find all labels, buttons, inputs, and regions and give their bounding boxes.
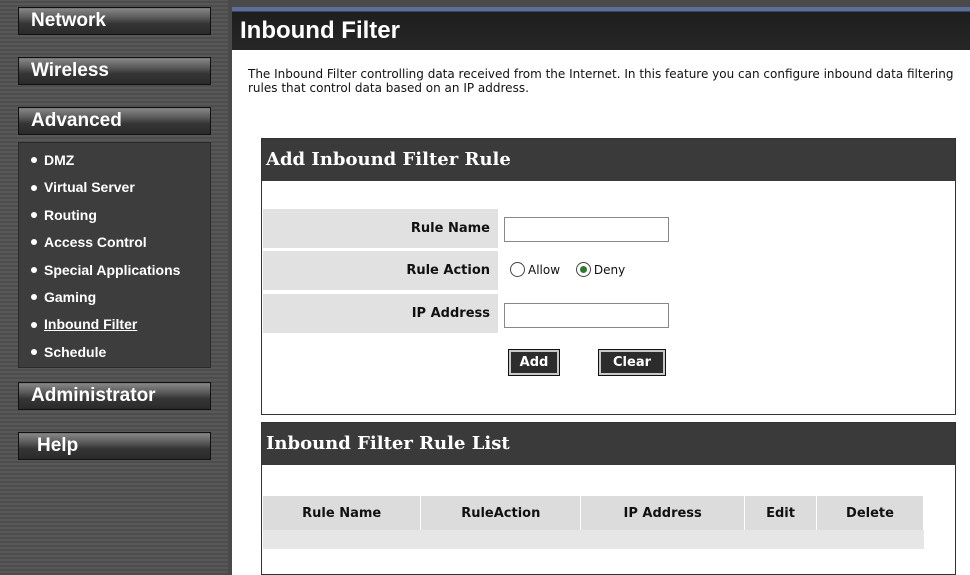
submenu-item-dmz[interactable]: DMZ [19,150,210,177]
table-cell [263,530,421,549]
menu-advanced-button[interactable]: Advanced [18,107,211,135]
add-rule-panel: Add Inbound Filter Rule Rule Name Rule A… [261,138,956,415]
rule-action-radio-group: Allow Deny [510,251,637,290]
table-header-row: Rule Name RuleAction IP Address Edit Del… [263,496,924,530]
table-cell [816,530,924,549]
advanced-submenu: DMZ Virtual Server Routing Access Contro… [18,142,211,368]
submenu-item-virtual-server[interactable]: Virtual Server [19,177,210,204]
submenu-item-label: Special Applications [44,261,181,278]
bullet-icon [31,212,37,219]
col-rule-action: RuleAction [420,496,582,530]
ip-address-label: IP Address [411,306,490,321]
table-cell [580,530,745,549]
rule-action-label: Rule Action [406,263,490,278]
submenu-item-label: Inbound Filter [44,316,138,333]
deny-radio[interactable] [575,262,591,277]
submenu-item-label: Routing [44,206,97,223]
add-button[interactable]: Add [508,349,560,376]
submenu-item-label: Virtual Server [44,179,135,196]
table-cell [744,530,817,549]
bullet-icon [31,184,37,191]
col-edit: Edit [744,496,818,530]
rule-name-input[interactable] [504,217,669,242]
bullet-icon [31,294,37,301]
main-content: Inbound Filter The Inbound Filter contro… [232,7,970,575]
rule-list-panel: Inbound Filter Rule List Rule Name RuleA… [261,422,956,575]
intro-text: The Inbound Filter controlling data rece… [248,67,954,95]
bullet-icon [31,349,37,356]
menu-administrator-button[interactable]: Administrator [18,382,211,410]
rule-list-table: Rule Name RuleAction IP Address Edit Del… [263,496,924,549]
page-title: Inbound Filter [232,7,970,50]
allow-radio-label[interactable]: Allow [528,263,560,277]
submenu-item-label: Access Control [44,234,147,251]
bullet-icon [31,239,37,246]
menu-help-button[interactable]: Help [18,432,211,460]
rule-name-label: Rule Name [410,221,490,236]
submenu-item-label: Gaming [44,288,97,305]
ip-address-input[interactable] [504,303,669,328]
rule-action-row: Rule Action [263,251,498,290]
col-ip-address: IP Address [580,496,746,530]
deny-radio-label[interactable]: Deny [594,263,625,277]
col-rule-name: Rule Name [263,496,422,530]
menu-network-button[interactable]: Network [18,7,211,35]
submenu-item-access-control[interactable]: Access Control [19,232,210,259]
bullet-icon [31,157,37,164]
clear-button[interactable]: Clear [598,349,666,376]
submenu-item-label: Schedule [44,343,107,360]
submenu-item-routing[interactable]: Routing [19,205,210,232]
menu-wireless-button[interactable]: Wireless [18,57,211,85]
allow-radio[interactable] [510,262,525,277]
bullet-icon [31,266,37,273]
submenu-item-label: DMZ [44,152,75,168]
rule-name-row: Rule Name [263,209,498,248]
add-rule-heading: Add Inbound Filter Rule [262,139,955,181]
ip-address-row: IP Address [263,294,498,333]
table-cell [420,530,581,549]
bullet-icon [31,321,37,328]
submenu-item-inbound-filter[interactable]: Inbound Filter [19,314,210,341]
submenu-item-schedule[interactable]: Schedule [19,342,210,369]
submenu-item-special-applications[interactable]: Special Applications [19,260,210,287]
submenu-item-gaming[interactable]: Gaming [19,287,210,314]
rule-list-heading: Inbound Filter Rule List [262,423,955,465]
col-delete: Delete [816,496,924,530]
sidebar: Network Wireless Advanced DMZ Virtual Se… [0,0,228,575]
table-row [263,530,924,549]
